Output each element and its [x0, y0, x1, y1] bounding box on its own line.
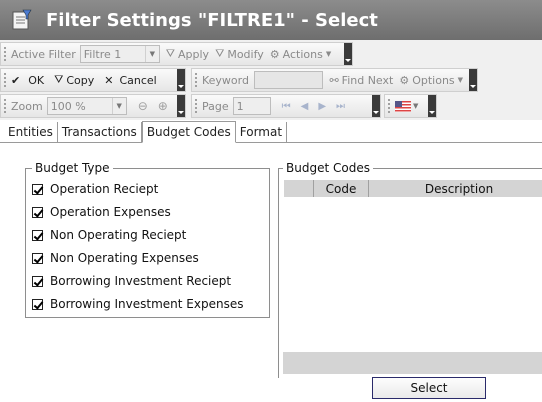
ok-button[interactable]: ✔ OK: [11, 74, 44, 87]
checkbox-operation-reciept[interactable]: Operation Reciept: [32, 182, 158, 196]
title-bar: Filter Settings "FILTRE1" - Select: [0, 0, 542, 40]
zoom-toolbar: Zoom 100 % ▼ ⊖ ⊕: [0, 94, 186, 118]
toolbar-overflow-button[interactable]: [372, 95, 380, 117]
binoculars-icon: ⚯: [329, 73, 339, 87]
toolbar-grip[interactable]: [3, 98, 8, 114]
actions-menu-button[interactable]: ⚙ Actions ▼: [270, 48, 331, 61]
page-input[interactable]: 1: [232, 97, 271, 115]
chevron-down-icon: ▼: [457, 76, 464, 84]
checkbox-non-operating-reciept[interactable]: Non Operating Reciept: [32, 228, 186, 242]
tab-transactions[interactable]: Transactions: [58, 122, 142, 142]
budget-type-title: Budget Type: [32, 161, 113, 175]
tab-format[interactable]: Format: [236, 122, 288, 142]
tab-budget-codes[interactable]: Budget Codes: [141, 121, 236, 143]
edit-filter-icon: ⛛: [215, 47, 225, 60]
page-toolbar: Page 1 ⏮ ◀ ▶ ⏭: [191, 94, 381, 118]
checkbox-borrowing-investment-reciept[interactable]: Borrowing Investment Reciept: [32, 274, 231, 288]
budget-type-group: Budget Type Operation Reciept Operation …: [25, 161, 270, 318]
toolbar-overflow-button[interactable]: [344, 43, 352, 65]
checkbox-checked-icon: [32, 183, 43, 195]
us-flag-icon: [395, 100, 411, 112]
page-label: Page: [202, 99, 229, 113]
checkbox-non-operating-expenses[interactable]: Non Operating Expenses: [32, 251, 199, 265]
toolbar-overflow-button[interactable]: [177, 95, 185, 117]
chevron-down-icon: ▼: [111, 98, 126, 114]
toolbar-grip[interactable]: [387, 98, 392, 114]
language-select-button[interactable]: ▼: [395, 100, 419, 112]
toolbar-grip[interactable]: [3, 72, 8, 88]
search-toolbar: Keyword ⚯ Find Next ⚙ Options ▼: [191, 68, 478, 92]
last-page-icon[interactable]: ⏭: [336, 101, 345, 112]
options-menu-button[interactable]: ⚙ Options ▼: [399, 74, 463, 87]
select-button[interactable]: Select: [372, 377, 486, 399]
budget-codes-group: Budget Codes Code Description: [278, 161, 542, 378]
filter-settings-icon: [10, 8, 34, 32]
keyword-label: Keyword: [201, 73, 249, 87]
budget-codes-grid-footer: [283, 352, 542, 374]
tab-content: Budget Type Operation Reciept Operation …: [0, 143, 542, 402]
copy-button[interactable]: ⛛ Copy: [54, 73, 94, 87]
budget-codes-grid-header: Code Description: [284, 180, 542, 197]
copy-filter-icon: ⛛: [54, 73, 64, 86]
apply-button[interactable]: ⛛ Apply: [166, 47, 209, 61]
filter-icon: ⛛: [165, 47, 176, 60]
filter-toolbar: Active Filter Filtre 1 ▼ ⛛ Apply ⛛ Modif…: [0, 42, 353, 66]
row-selector-header: [284, 180, 314, 197]
zoom-in-icon[interactable]: ⊕: [158, 99, 168, 113]
window-title: Filter Settings "FILTRE1" - Select: [46, 9, 378, 31]
language-toolbar: ▼: [384, 94, 437, 118]
toolbar-overflow-button[interactable]: [469, 69, 477, 91]
keyword-input[interactable]: [253, 71, 324, 89]
toolbar-grip[interactable]: [194, 98, 199, 114]
toolbar-grip[interactable]: [194, 72, 199, 88]
previous-page-icon[interactable]: ◀: [301, 101, 309, 112]
active-filter-label: Active Filter: [11, 47, 76, 61]
checkmark-icon: ✔: [11, 73, 21, 87]
toolbar-overflow-button[interactable]: [428, 95, 436, 117]
gear-icon: ⚙: [399, 73, 410, 87]
toolbar-overflow-button[interactable]: [177, 69, 185, 91]
active-filter-select[interactable]: Filtre 1 ▼: [79, 45, 160, 63]
zoom-select[interactable]: 100 % ▼: [46, 97, 127, 115]
close-icon: ✕: [104, 73, 114, 87]
column-header-description[interactable]: Description: [369, 180, 542, 197]
modify-button[interactable]: ⛛ Modify: [215, 47, 264, 61]
toolbar-area: Active Filter Filtre 1 ▼ ⛛ Apply ⛛ Modif…: [0, 40, 542, 120]
checkbox-operation-expenses[interactable]: Operation Expenses: [32, 205, 171, 219]
next-page-icon[interactable]: ▶: [318, 101, 326, 112]
chevron-down-icon: ▼: [325, 50, 332, 58]
action-toolbar: ✔ OK ⛛ Copy ✕ Cancel: [0, 68, 186, 92]
first-page-icon[interactable]: ⏮: [282, 101, 291, 112]
budget-codes-title: Budget Codes: [283, 161, 373, 175]
checkbox-checked-icon: [32, 298, 43, 310]
toolbar-grip[interactable]: [3, 46, 8, 62]
tab-entities[interactable]: Entities: [0, 122, 58, 142]
chevron-down-icon: ▼: [144, 46, 159, 62]
checkbox-checked-icon: [32, 206, 43, 218]
tab-strip: Entities Transactions Budget Codes Forma…: [0, 120, 542, 143]
checkbox-borrowing-investment-expenses[interactable]: Borrowing Investment Expenses: [32, 297, 243, 311]
zoom-label: Zoom: [11, 99, 43, 113]
chevron-down-icon: ▼: [413, 102, 419, 110]
checkbox-checked-icon: [32, 229, 43, 241]
cancel-button[interactable]: ✕ Cancel: [104, 74, 156, 87]
column-header-code[interactable]: Code: [314, 180, 369, 197]
gear-icon: ⚙: [269, 47, 280, 61]
zoom-out-icon[interactable]: ⊖: [138, 99, 148, 113]
checkbox-checked-icon: [32, 275, 43, 287]
checkbox-checked-icon: [32, 252, 43, 264]
find-next-button[interactable]: ⚯ Find Next: [329, 74, 393, 87]
